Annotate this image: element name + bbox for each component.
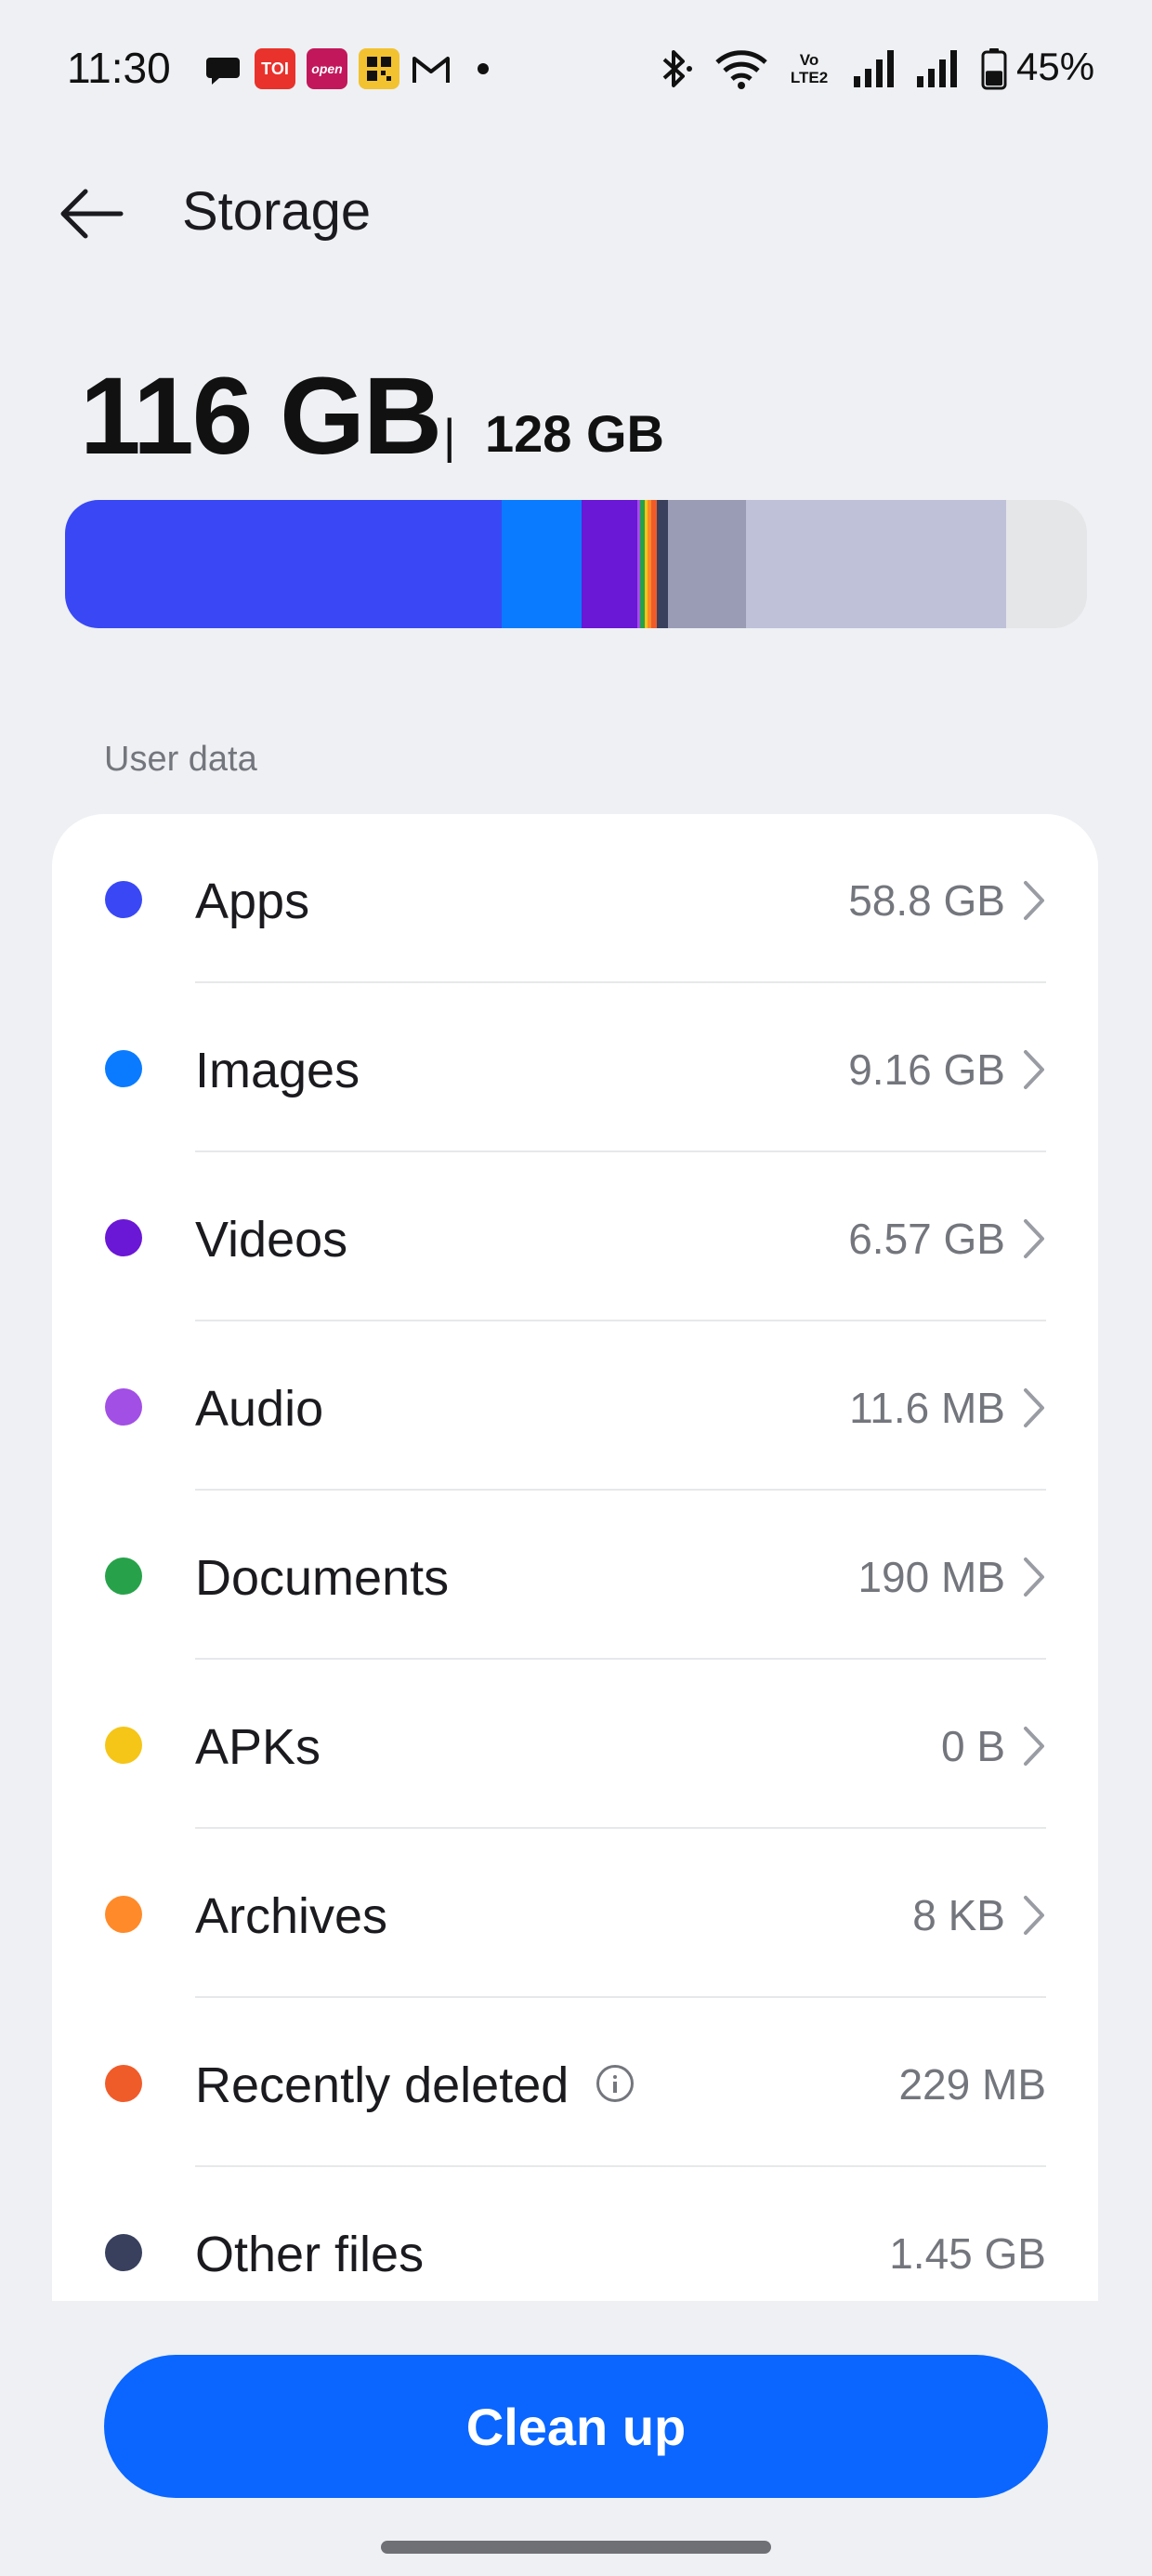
category-size: 11.6 MB [849, 1384, 1005, 1432]
category-label: Archives [195, 1888, 388, 1944]
category-row-documents[interactable]: Documents 190 MB [52, 1491, 1098, 1660]
toi-app-icon: TOI [255, 48, 295, 89]
chevron-right-icon [1024, 1219, 1044, 1258]
section-label-user-data: User data [104, 740, 257, 779]
chevron-right-icon [1024, 881, 1044, 920]
category-dot [105, 2234, 142, 2271]
category-label: Documents [195, 1550, 450, 1606]
category-row-apks[interactable]: APKs 0 B [52, 1660, 1098, 1829]
category-label: APKs [195, 1719, 321, 1775]
info-icon[interactable] [596, 2064, 635, 2102]
open-app-icon: open [307, 48, 347, 89]
category-size: 229 MB [898, 2060, 1046, 2109]
category-dot [105, 881, 142, 918]
category-row-videos[interactable]: Videos 6.57 GB [52, 1152, 1098, 1321]
category-row-apps[interactable]: Apps 58.8 GB [52, 814, 1098, 983]
total-storage: 128 GB [485, 404, 664, 463]
category-dot [105, 1050, 142, 1087]
page-title: Storage [182, 181, 372, 242]
chevron-right-icon [1024, 1896, 1044, 1935]
category-dot [105, 1557, 142, 1595]
home-gesture-bar[interactable] [381, 2541, 771, 2554]
chevron-right-icon [1024, 1050, 1044, 1089]
category-dot [105, 1896, 142, 1933]
category-row-audio[interactable]: Audio 11.6 MB [52, 1321, 1098, 1491]
category-label: Images [195, 1043, 360, 1098]
bar-segment-free [1006, 500, 1087, 628]
bluetooth-icon [652, 45, 699, 93]
bar-segment-system [668, 500, 746, 628]
battery-icon [979, 45, 1009, 93]
category-size: 190 MB [857, 1553, 1005, 1601]
signal-sim1-icon [849, 45, 899, 93]
category-size: 1.45 GB [889, 2229, 1046, 2278]
volte-icon: Vo LTE2 [780, 45, 838, 93]
status-time: 11:30 [67, 44, 171, 92]
category-size: 9.16 GB [848, 1045, 1005, 1094]
user-data-card: Apps 58.8 GB Images 9.16 GB Videos 6.57 … [52, 814, 1098, 2301]
category-label: Apps [195, 874, 310, 929]
qr-app-icon [359, 48, 399, 89]
category-size: 8 KB [912, 1891, 1005, 1939]
chevron-right-icon [1024, 1388, 1044, 1427]
status-bar: 11:30 TOI open Vo LTE2 45% [0, 0, 1152, 139]
category-row-images[interactable]: Images 9.16 GB [52, 983, 1098, 1152]
usage-separator: | [443, 410, 456, 464]
battery-percent: 45% [1016, 45, 1095, 88]
category-label-with-info: Recently deleted [195, 2057, 635, 2114]
storage-usage-bar [65, 500, 1087, 628]
gmail-icon [411, 48, 452, 89]
category-label: Other files [195, 2227, 425, 2282]
category-size: 58.8 GB [848, 876, 1005, 925]
category-row-recently-deleted[interactable]: Recently deleted 229 MB [52, 1998, 1098, 2167]
chevron-right-icon [1024, 1727, 1044, 1766]
chat-icon [203, 48, 243, 89]
clean-up-button[interactable]: Clean up [104, 2355, 1048, 2498]
bar-segment-other-files [657, 500, 668, 628]
bar-segment-videos [582, 500, 637, 628]
category-size: 6.57 GB [848, 1215, 1005, 1263]
category-label: Audio [195, 1381, 324, 1437]
more-notifications-dot [472, 48, 494, 89]
bar-segment-apps [65, 500, 502, 628]
back-arrow-icon [60, 189, 124, 239]
wifi-icon [712, 45, 771, 93]
signal-sim2-icon [912, 45, 962, 93]
category-label: Videos [195, 1212, 348, 1268]
volte-label-top: Vo [799, 51, 819, 69]
used-storage: 116 GB [80, 355, 442, 478]
category-row-archives[interactable]: Archives 8 KB [52, 1829, 1098, 1998]
category-dot [105, 1727, 142, 1764]
category-size: 0 B [940, 1722, 1005, 1770]
bar-segment-other [746, 500, 1006, 628]
category-label: Recently deleted [195, 2057, 569, 2113]
back-button[interactable] [54, 177, 128, 251]
category-dot [105, 1388, 142, 1426]
volte-label-bottom: LTE2 [790, 69, 829, 86]
category-dot [105, 2065, 142, 2102]
category-dot [105, 1219, 142, 1256]
chevron-right-icon [1024, 1557, 1044, 1597]
bar-segment-images [502, 500, 582, 628]
